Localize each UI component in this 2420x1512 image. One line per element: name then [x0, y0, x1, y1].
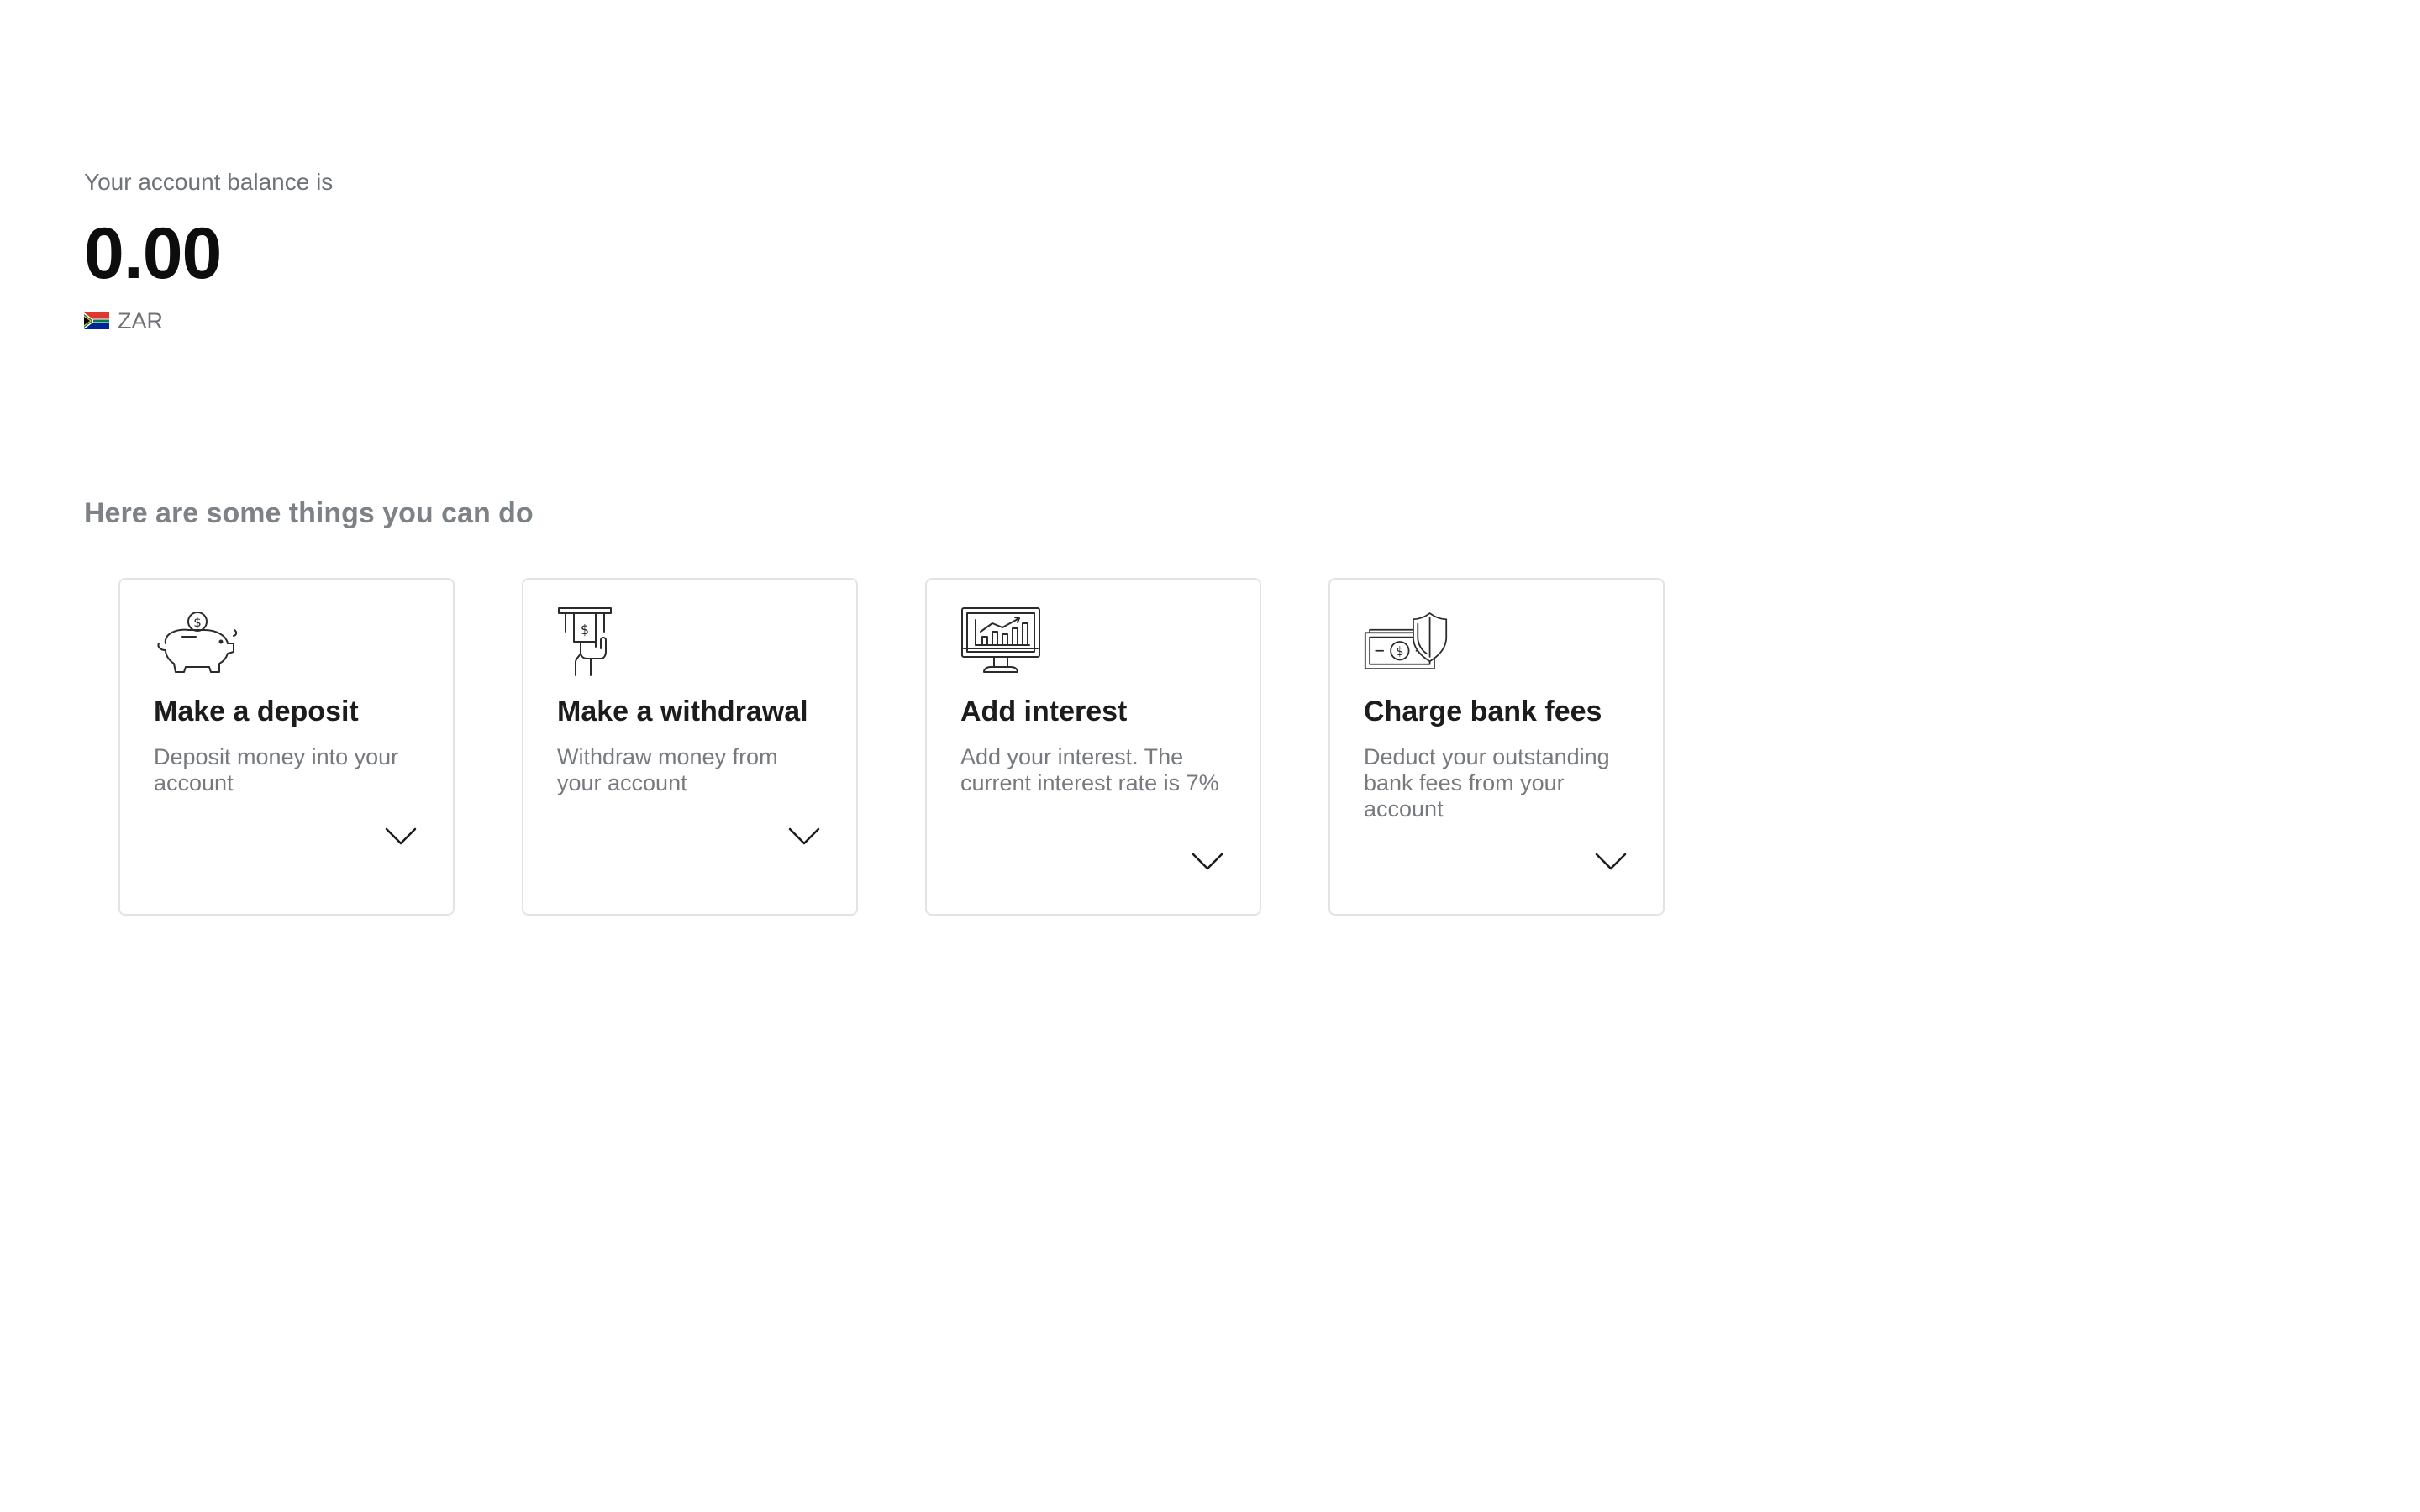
svg-text:$: $ — [1396, 645, 1403, 659]
banknote-shield-icon: $ — [1364, 612, 1448, 670]
action-cards: $ Make a deposit Deposit money into your… — [118, 578, 1665, 916]
atm-withdrawal-icon: $ — [558, 607, 612, 676]
interest-card[interactable]: Add interest Add your interest. The curr… — [925, 578, 1261, 916]
actions-heading: Here are some things you can do — [84, 497, 534, 529]
deposit-description: Deposit money into your account — [154, 744, 399, 795]
withdrawal-card[interactable]: $ Make a withdrawal Withdraw money from … — [522, 578, 858, 916]
currency-row: ZAR — [84, 307, 333, 334]
chevron-down-icon[interactable] — [787, 827, 821, 847]
bank-fees-description: Deduct your outstanding bank fees from y… — [1364, 744, 1610, 822]
deposit-title: Make a deposit — [154, 696, 359, 727]
piggy-bank-icon: $ — [157, 612, 238, 673]
bank-fees-title: Charge bank fees — [1364, 696, 1602, 727]
balance-label: Your account balance is — [84, 169, 334, 195]
chevron-down-icon[interactable] — [1594, 852, 1628, 872]
currency-code: ZAR — [118, 308, 163, 333]
withdrawal-description: Withdraw money from your account — [557, 744, 778, 795]
svg-text:$: $ — [581, 622, 589, 638]
interest-description: Add your interest. The current interest … — [960, 744, 1219, 795]
south-africa-flag-icon — [84, 312, 109, 329]
banking-dashboard: Your account balance is 0.00 ZAR Here ar… — [0, 0, 2420, 1512]
chevron-down-icon[interactable] — [1191, 852, 1224, 872]
chevron-down-icon[interactable] — [384, 827, 418, 847]
balance-amount: 0.00 — [84, 213, 222, 294]
withdrawal-title: Make a withdrawal — [557, 696, 808, 727]
bank-fees-card[interactable]: $ Charge bank fees Deduct your outstandi… — [1328, 578, 1665, 916]
balance-section: Your account balance is 0.00 ZAR — [84, 168, 333, 334]
deposit-card[interactable]: $ Make a deposit Deposit money into your… — [118, 578, 455, 916]
monitor-chart-icon — [961, 607, 1040, 673]
svg-text:$: $ — [193, 615, 202, 630]
interest-title: Add interest — [960, 696, 1128, 727]
